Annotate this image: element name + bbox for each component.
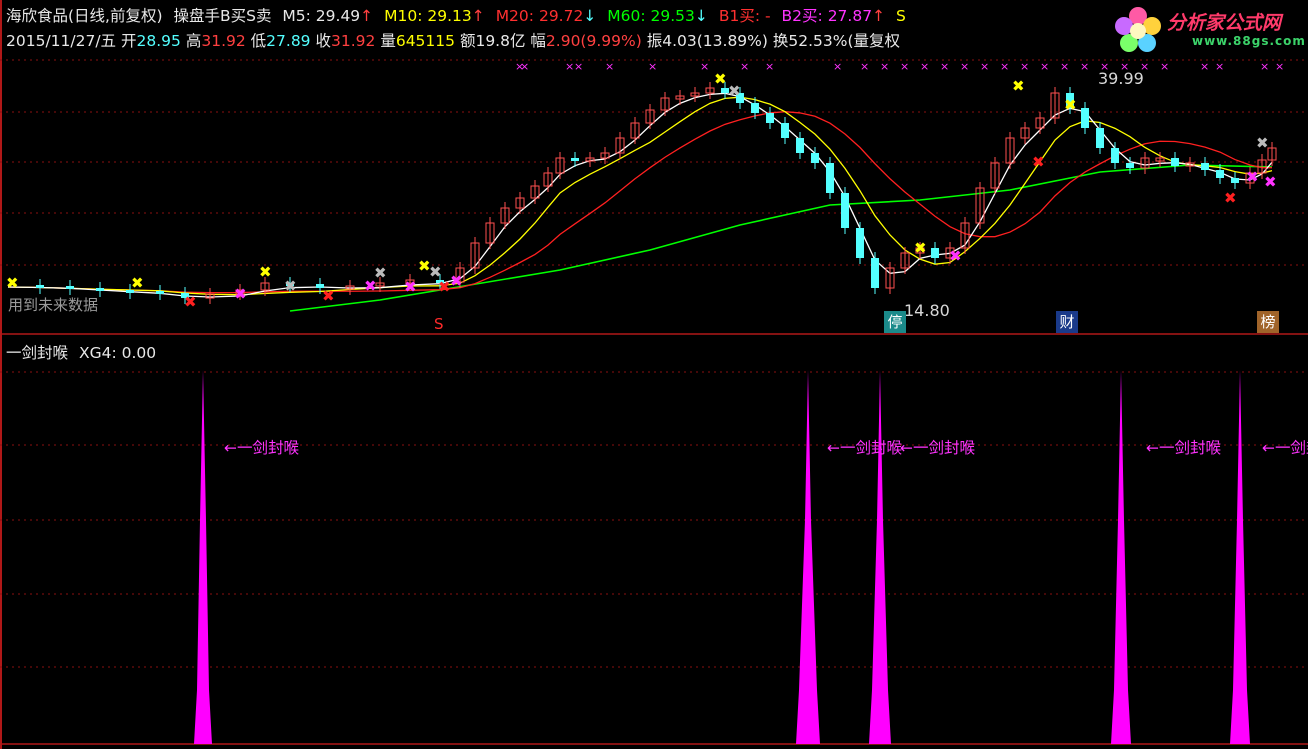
future-data-note: 用到未来数据 — [8, 296, 99, 314]
signal-spike — [796, 370, 820, 744]
signal-annotation: ←一剑封喉 — [224, 439, 299, 457]
signal-x-icon: × — [700, 60, 709, 73]
signal-x-icon: × — [1080, 60, 1089, 73]
signal-star-icon: ✖ — [284, 277, 297, 295]
signal-x-icon: × — [648, 60, 657, 73]
candle-down — [36, 285, 44, 288]
signal-star-icon: ✖ — [404, 278, 417, 296]
signal-x-icon: × — [605, 60, 614, 73]
signal-star-icon: ✖ — [1032, 153, 1045, 171]
signal-x-icon: × — [980, 60, 989, 73]
candle-down — [766, 113, 774, 123]
signal-star-icon: ✖ — [1064, 96, 1077, 114]
signal-x-icon: × — [1020, 60, 1029, 73]
candle-down — [871, 258, 879, 288]
signal-x-icon: × — [1000, 60, 1009, 73]
candle-down — [156, 291, 164, 294]
signal-star-icon: ✖ — [374, 264, 387, 282]
signal-x-icon: × — [860, 60, 869, 73]
rank-marker[interactable]: 榜 — [1257, 311, 1279, 333]
signal-star-icon: ✖ — [184, 293, 197, 311]
signal-star-icon: ✖ — [1264, 173, 1277, 191]
signal-annotation: ←一剑封喉 — [827, 439, 902, 457]
candle-down — [1171, 158, 1179, 166]
signal-x-icon: × — [900, 60, 909, 73]
indicator-title: 一剑封喉 — [6, 344, 69, 362]
signal-annotation: ←一剑封喉 — [900, 439, 975, 457]
signal-x-icon: × — [1160, 60, 1169, 73]
candle-down — [1096, 128, 1104, 148]
candle-down — [571, 158, 579, 161]
candle-down — [96, 288, 104, 291]
signal-star-icon: ✖ — [728, 82, 741, 100]
candle-down — [1216, 170, 1224, 178]
signal-x-icon: × — [1275, 60, 1284, 73]
candle-down — [811, 153, 819, 163]
signal-star-icon: ✖ — [914, 239, 927, 257]
signal-annotation: ←一剑封喉 — [1262, 439, 1308, 457]
candle-down — [751, 103, 759, 113]
candle-down — [781, 123, 789, 138]
signal-star-icon: ✖ — [429, 263, 442, 281]
candle-down — [1111, 148, 1119, 163]
signal-star-icon: ✖ — [6, 274, 19, 292]
signal-star-icon: ✖ — [1012, 77, 1025, 95]
signal-star-icon: ✖ — [234, 285, 247, 303]
signal-star-icon: ✖ — [131, 274, 144, 292]
low-price-label: 14.80 — [904, 301, 950, 320]
candle-down — [826, 163, 834, 193]
signal-star-icon: ✖ — [949, 247, 962, 265]
candle-down — [1231, 178, 1239, 183]
signal-x-icon: × — [565, 60, 574, 73]
signal-x-icon: × — [1060, 60, 1069, 73]
signal-spike — [194, 370, 212, 744]
signal-x-icon: × — [940, 60, 949, 73]
ma20-line — [7, 111, 1272, 294]
candle-down — [841, 193, 849, 228]
candle-down — [1081, 108, 1089, 128]
signal-x-icon: × — [833, 60, 842, 73]
signal-star-icon: ✖ — [450, 272, 463, 290]
signal-star-icon: ✖ — [1224, 189, 1237, 207]
signal-spike — [1111, 370, 1131, 744]
candle-down — [66, 286, 74, 289]
signal-star-icon: ✖ — [322, 287, 335, 305]
candle-down — [1201, 163, 1209, 170]
xg-value: 0.00 — [121, 344, 157, 362]
signal-annotation: ←一剑封喉 — [1146, 439, 1221, 457]
signal-x-icon: × — [1215, 60, 1224, 73]
signal-x-icon: × — [880, 60, 889, 73]
signal-x-icon: × — [740, 60, 749, 73]
signal-x-icon: × — [765, 60, 774, 73]
signal-x-icon: × — [1260, 60, 1269, 73]
signal-star-icon: ✖ — [714, 70, 727, 88]
xg-label: XG4: — [78, 344, 117, 362]
high-price-label: 39.99 — [1098, 69, 1144, 88]
signal-x-icon: × — [1040, 60, 1049, 73]
sell-signal-marker[interactable]: S — [434, 315, 444, 333]
signal-spike — [869, 370, 891, 744]
signal-star-icon: ✖ — [259, 263, 272, 281]
signal-star-icon: ✖ — [1246, 168, 1259, 186]
signal-x-icon: × — [520, 60, 529, 73]
candle-down — [856, 228, 864, 258]
candle-down — [1126, 163, 1134, 168]
finance-marker[interactable]: 财 — [1056, 311, 1078, 333]
signal-star-icon: ✖ — [1256, 134, 1269, 152]
stop-marker[interactable]: 停 — [884, 311, 906, 333]
signal-x-icon: × — [920, 60, 929, 73]
candle-down — [931, 248, 939, 258]
signal-spike — [1230, 370, 1250, 744]
indicator-header: 一剑封喉 XG4: 0.00 — [6, 341, 156, 363]
signal-x-icon: × — [1200, 60, 1209, 73]
signal-x-icon: × — [574, 60, 583, 73]
chart-canvas[interactable]: ×× × × × × × × × × × × × × × × × × × × × × × × × × × × × ×✖ ✖✖ ✖✖✖✖✖✖ ✖… — [0, 0, 1308, 749]
candle-down — [796, 138, 804, 153]
signal-x-icon: × — [960, 60, 969, 73]
